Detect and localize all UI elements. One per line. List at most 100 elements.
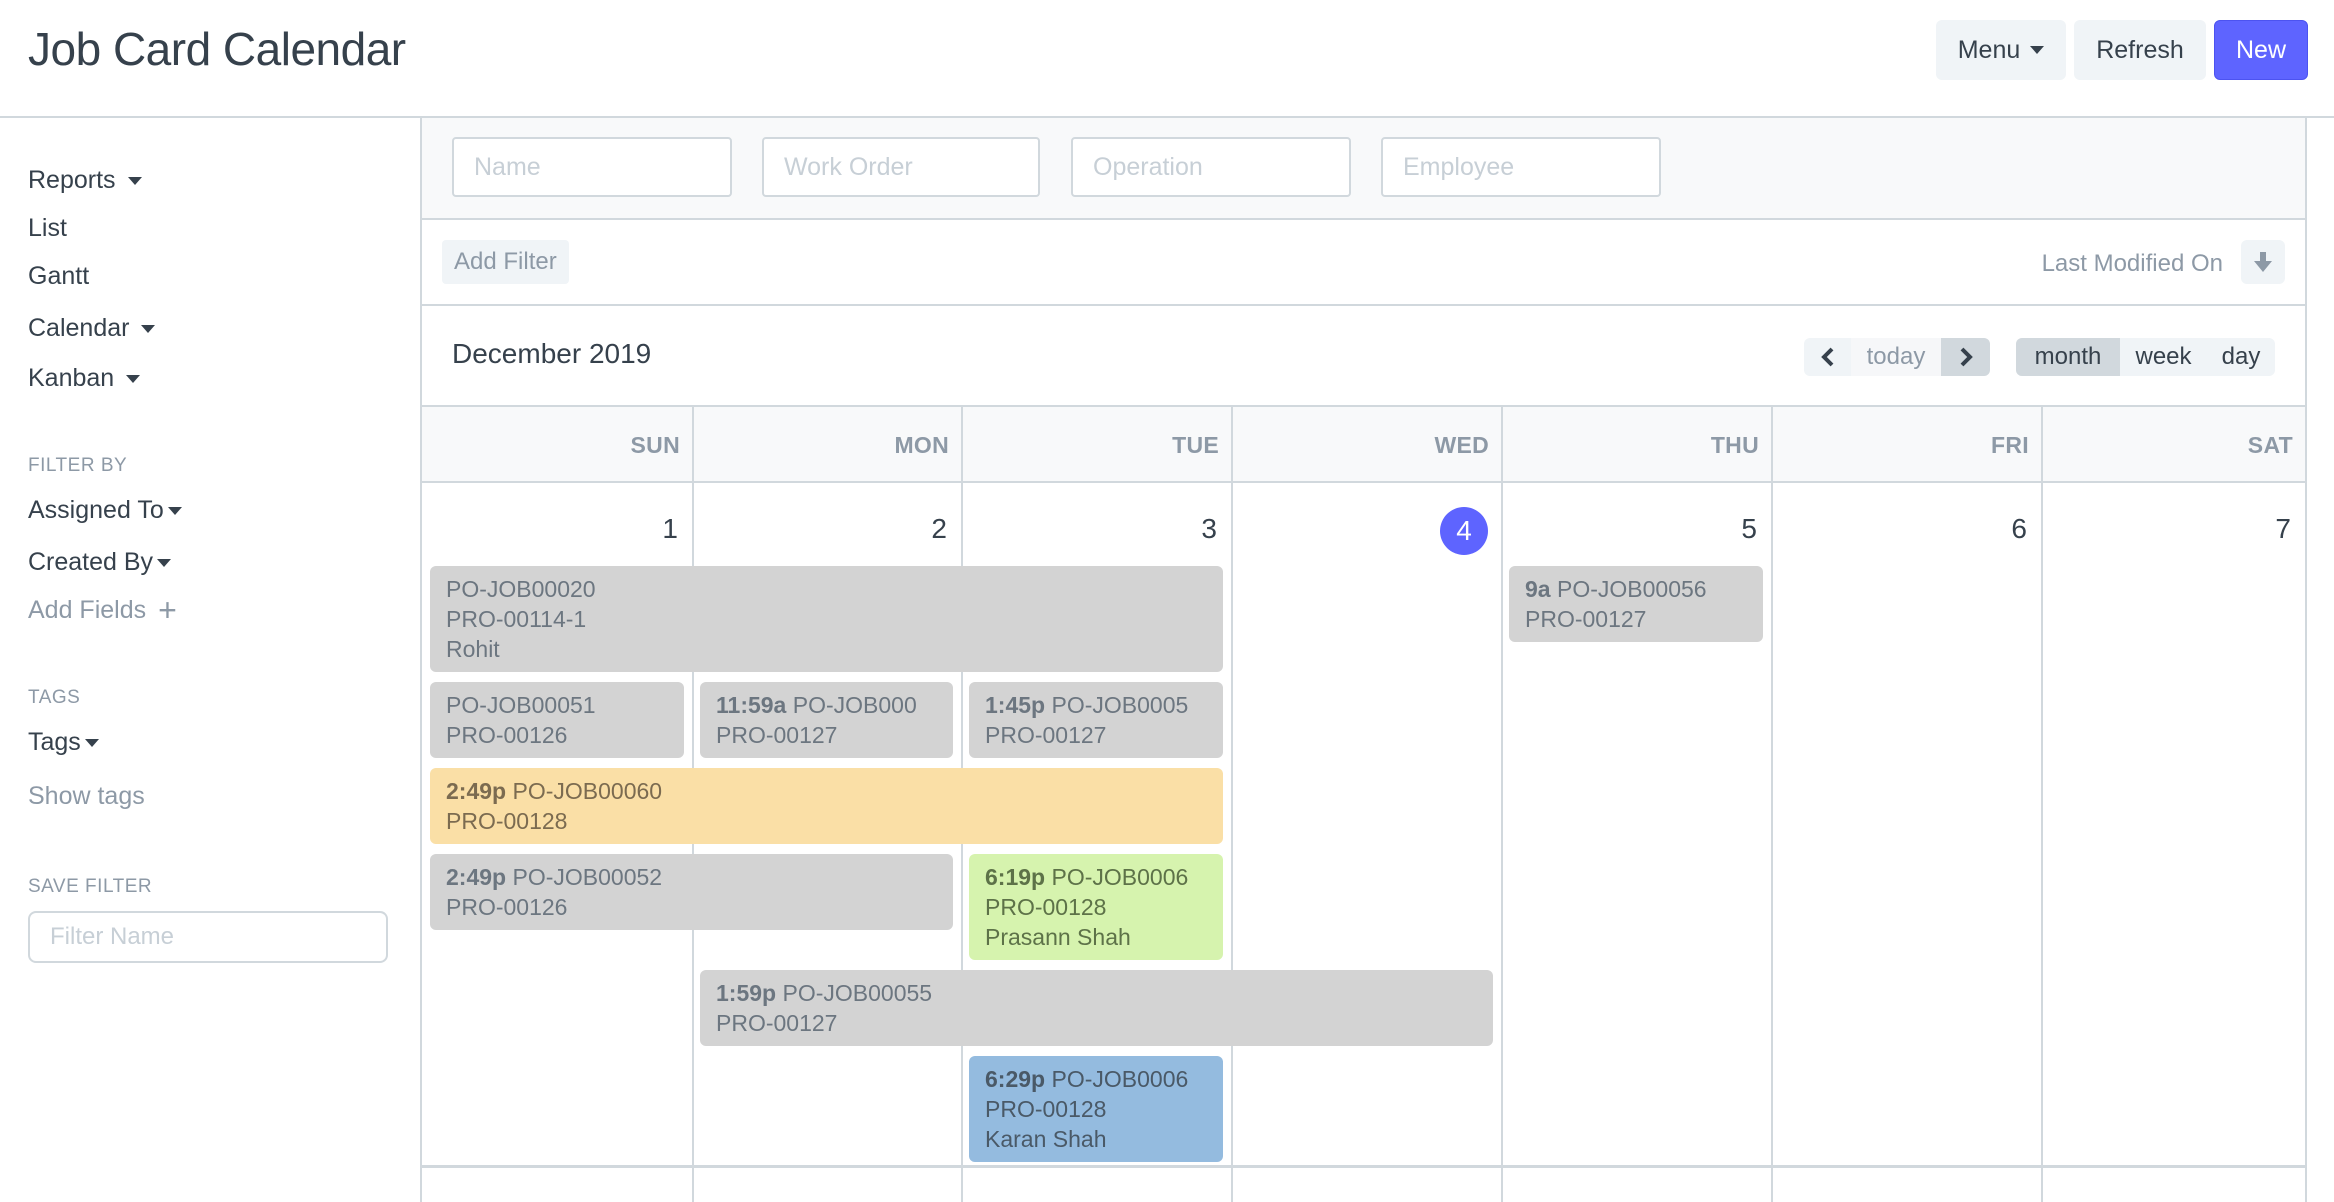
sidebar-item-label: Reports xyxy=(28,166,116,194)
sidebar-item-calendar[interactable]: Calendar xyxy=(28,314,156,343)
next-button[interactable] xyxy=(1941,338,1990,376)
calendar-event[interactable]: 6:19p PO-JOB0006 PRO-00128 Prasann Shah xyxy=(969,854,1223,960)
view-day-button[interactable]: day xyxy=(2207,338,2275,376)
day-cell[interactable] xyxy=(1771,1168,2041,1202)
menu-button[interactable]: Menu xyxy=(1936,20,2066,80)
sidebar-item-label: Kanban xyxy=(28,364,115,392)
event-title-line: 2:49p PO-JOB00052 xyxy=(446,862,937,892)
calendar-event[interactable]: PO-JOB00020 PRO-00114-1 Rohit xyxy=(430,566,1223,672)
event-work-order: PRO-00126 xyxy=(446,722,568,748)
show-tags-link[interactable]: Show tags xyxy=(28,782,145,811)
weekday-sun: SUN xyxy=(630,432,680,458)
calendar-toolbar: December 2019 today month week day xyxy=(422,306,2305,407)
calendar-event[interactable]: 6:29p PO-JOB0006 PRO-00128 Karan Shah xyxy=(969,1056,1223,1162)
day-cell[interactable] xyxy=(422,1168,692,1202)
event-title-line: 1:45p PO-JOB0005 xyxy=(985,690,1207,720)
filter-name-input[interactable] xyxy=(28,911,388,963)
new-button[interactable]: New xyxy=(2214,20,2308,80)
caret-down-icon xyxy=(167,506,182,515)
add-fields-link[interactable]: Add Fields + xyxy=(28,594,177,626)
view-week-button[interactable]: week xyxy=(2120,338,2207,376)
event-title-line: 6:19p PO-JOB0006 xyxy=(985,862,1207,892)
menu-button-label: Menu xyxy=(1957,35,2021,64)
calendar-event[interactable]: 2:49p PO-JOB00060 PRO-00128 xyxy=(430,768,1223,844)
tags-dropdown[interactable]: Tags xyxy=(28,728,99,757)
event-time: 6:29p xyxy=(985,1066,1046,1092)
caret-down-icon xyxy=(127,176,142,185)
view-month-button[interactable]: month xyxy=(2016,338,2120,376)
sort-order-button[interactable] xyxy=(2241,240,2285,284)
filter-created-by[interactable]: Created By xyxy=(28,548,172,577)
sidebar-item-list[interactable]: List xyxy=(28,214,67,243)
event-title: PO-JOB00052 xyxy=(512,864,663,890)
today-day-number: 4 xyxy=(1440,507,1488,555)
event-title-line: 6:29p PO-JOB0006 xyxy=(985,1064,1207,1094)
day-cell-today[interactable]: 4 xyxy=(1231,483,1501,1165)
sidebar: Reports List Gantt Calendar Kanban FILTE… xyxy=(0,120,420,1202)
tags-heading: TAGS xyxy=(28,687,81,708)
weekday-header: SUN MON TUE WED THU FRI SAT xyxy=(422,407,2305,483)
plus-icon: + xyxy=(158,592,177,628)
name-filter-input[interactable] xyxy=(452,137,732,197)
employee-filter-input[interactable] xyxy=(1381,137,1661,197)
event-time: 6:19p xyxy=(985,864,1046,890)
sort-by-selector[interactable]: Last Modified On xyxy=(2042,250,2223,278)
event-time: 1:59p xyxy=(716,980,777,1006)
weekday-mon: MON xyxy=(692,407,961,483)
week-row xyxy=(422,1168,2305,1202)
caret-down-icon xyxy=(126,374,141,383)
caret-down-icon xyxy=(84,738,99,747)
sidebar-item-kanban[interactable]: Kanban xyxy=(28,364,141,393)
event-time: 9a xyxy=(1525,576,1551,602)
calendar-nav: today xyxy=(1804,338,1990,376)
event-time: 11:59a xyxy=(716,692,787,718)
event-work-order: PRO-00128 xyxy=(985,894,1107,920)
calendar-event[interactable]: 9a PO-JOB00056 PRO-00127 xyxy=(1509,566,1763,642)
calendar-event[interactable]: 1:45p PO-JOB0005 PRO-00127 xyxy=(969,682,1223,758)
calendar-event[interactable]: PO-JOB00051 PRO-00126 xyxy=(430,682,684,758)
operation-filter-input[interactable] xyxy=(1071,137,1351,197)
filter-label: Assigned To xyxy=(28,496,164,524)
add-filter-button[interactable]: Add Filter xyxy=(442,240,569,284)
filter-by-heading: FILTER BY xyxy=(28,455,128,476)
caret-down-icon xyxy=(2030,46,2045,54)
event-title: PO-JOB000 xyxy=(792,692,917,718)
chevron-left-icon xyxy=(1820,347,1833,367)
day-cell[interactable]: 7 xyxy=(2041,483,2305,1165)
sidebar-item-gantt[interactable]: Gantt xyxy=(28,262,89,291)
day-number: 2 xyxy=(931,513,947,544)
weekday-tue: TUE xyxy=(961,407,1231,483)
week-row: 1 2 3 4 5 6 7 PO-JOB00020 PRO-00114-1 Rohi… xyxy=(422,483,2305,1168)
calendar-event[interactable]: 1:59p PO-JOB00055 PRO-00127 xyxy=(700,970,1493,1046)
filter-bar: Add Filter Last Modified On xyxy=(422,220,2305,306)
event-title: PO-JOB00056 xyxy=(1556,576,1707,602)
event-employee: Karan Shah xyxy=(985,1126,1107,1152)
day-cell[interactable] xyxy=(1501,1168,1771,1202)
calendar-event[interactable]: 2:49p PO-JOB00052 PRO-00126 xyxy=(430,854,953,930)
today-button[interactable]: today xyxy=(1851,338,1941,376)
work-order-filter-input[interactable] xyxy=(762,137,1040,197)
event-title: PO-JOB0006 xyxy=(1051,1066,1189,1092)
day-cell[interactable]: 6 xyxy=(1771,483,2041,1165)
sidebar-item-reports[interactable]: Reports xyxy=(28,166,142,195)
day-number: 5 xyxy=(1741,513,1757,544)
day-number: 6 xyxy=(2011,513,2027,544)
view-switcher: month week day xyxy=(2016,338,2275,376)
event-title: PO-JOB0005 xyxy=(1051,692,1189,718)
save-filter-heading: SAVE FILTER xyxy=(28,876,153,897)
day-cell[interactable] xyxy=(961,1168,1231,1202)
event-title: PO-JOB00051 xyxy=(446,692,596,718)
weekday-fri: FRI xyxy=(1771,407,2041,483)
refresh-button[interactable]: Refresh xyxy=(2074,20,2206,80)
weekday-thu: THU xyxy=(1501,407,1771,483)
day-cell[interactable] xyxy=(1231,1168,1501,1202)
prev-button[interactable] xyxy=(1804,338,1851,376)
day-cell[interactable] xyxy=(692,1168,961,1202)
day-number: 1 xyxy=(662,513,678,544)
calendar-event[interactable]: 11:59a PO-JOB000 PRO-00127 xyxy=(700,682,953,758)
filter-assigned-to[interactable]: Assigned To xyxy=(28,496,182,525)
day-cell[interactable] xyxy=(2041,1168,2305,1202)
standard-filters xyxy=(422,118,2305,220)
day-number: 7 xyxy=(2275,513,2291,544)
event-time: 2:49p xyxy=(446,864,507,890)
